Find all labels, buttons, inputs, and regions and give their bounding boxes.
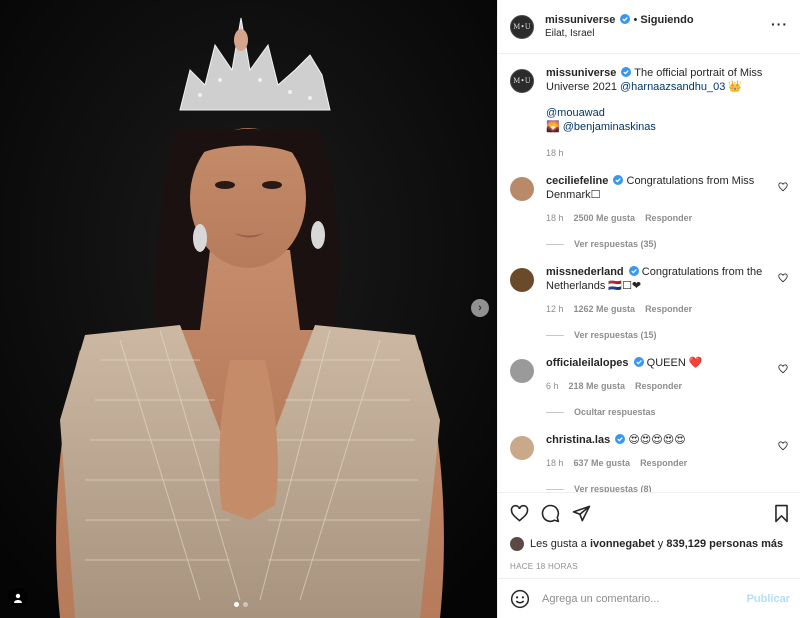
- view-replies-button[interactable]: Ver respuestas (15): [546, 330, 788, 340]
- caption-credit-mouawad[interactable]: @mouawad: [546, 107, 605, 119]
- following-button[interactable]: Siguiendo: [640, 14, 693, 26]
- comment-input[interactable]: [542, 592, 742, 605]
- share-icon: [572, 505, 591, 522]
- carousel-dot: [243, 602, 248, 607]
- avatar[interactable]: [510, 537, 524, 551]
- comment-item: officialeilalopes QUEEN ❤️ 6 h 218 Me gu…: [510, 356, 788, 393]
- comments-list[interactable]: M•U missuniverse The official portrait o…: [498, 54, 800, 492]
- comment-text: 😍😍😍😍😍: [628, 434, 686, 446]
- likes-count[interactable]: 839,129 personas más: [666, 538, 783, 550]
- likes-user[interactable]: ivonnegabet: [590, 538, 655, 550]
- save-button[interactable]: [773, 504, 790, 526]
- post-username[interactable]: missuniverse: [545, 14, 615, 26]
- comment-time[interactable]: 6 h: [546, 379, 559, 393]
- add-comment-bar: Publicar: [498, 578, 800, 618]
- carousel-dot-active: [234, 602, 239, 607]
- user-tag-button[interactable]: [8, 588, 28, 608]
- avatar[interactable]: M•U: [510, 69, 534, 93]
- verified-icon: [620, 13, 631, 24]
- avatar[interactable]: M•U: [510, 14, 534, 39]
- like-comment-heart-icon[interactable]: [778, 273, 788, 283]
- caption-time[interactable]: 18 h: [546, 146, 564, 160]
- verified-icon: [613, 175, 624, 185]
- reply-button[interactable]: Responder: [645, 211, 692, 225]
- post-location[interactable]: Eilat, Israel: [545, 27, 694, 41]
- reply-button[interactable]: Responder: [640, 456, 687, 470]
- caption-mention[interactable]: @harnaazsandhu_03: [620, 81, 725, 93]
- likes-prefix: Les gusta a: [530, 538, 587, 550]
- more-options-icon[interactable]: ···: [771, 16, 788, 32]
- like-comment-heart-icon[interactable]: [778, 364, 788, 374]
- likes-middle: y: [657, 538, 664, 550]
- reply-button[interactable]: Responder: [635, 379, 682, 393]
- comment-item: ceciliefeline Congratulations from Miss …: [510, 174, 788, 225]
- heart-icon: [510, 504, 529, 522]
- avatar[interactable]: [510, 436, 534, 460]
- comment-button[interactable]: [541, 504, 560, 523]
- comment-username[interactable]: ceciliefeline: [546, 175, 608, 187]
- avatar[interactable]: [510, 177, 534, 201]
- like-comment-heart-icon[interactable]: [778, 182, 788, 192]
- user-tag-icon: [14, 593, 22, 603]
- avatar-logo-text: M•U: [513, 22, 531, 31]
- avatar[interactable]: [510, 359, 534, 383]
- post-timestamp[interactable]: HACE 18 HORAS: [498, 554, 800, 578]
- landscape-emoji: 🌄: [546, 121, 560, 133]
- publish-button[interactable]: Publicar: [747, 593, 790, 605]
- likes-text: Les gusta a ivonnegabet y 839,129 person…: [530, 538, 783, 550]
- emoji-icon: [510, 589, 530, 608]
- comment-likes[interactable]: 637 Me gusta: [574, 456, 631, 470]
- comment-text: QUEEN ❤️: [646, 357, 703, 369]
- comment-body: officialeilalopes QUEEN ❤️ 6 h 218 Me gu…: [546, 356, 776, 393]
- reply-button[interactable]: Responder: [645, 302, 692, 316]
- comment-username[interactable]: christina.las: [546, 434, 610, 446]
- avatar-logo-text: M•U: [513, 77, 531, 85]
- avatar[interactable]: [510, 268, 534, 292]
- comment-time[interactable]: 12 h: [546, 302, 564, 316]
- next-arrow-icon: ›: [478, 301, 482, 314]
- instagram-post-modal: › M•U missuniverse • Siguiendo Eilat, Is…: [0, 0, 800, 618]
- post-header-meta: missuniverse • Siguiendo Eilat, Israel: [545, 13, 694, 41]
- bookmark-icon: [775, 504, 788, 523]
- post-sidebar: M•U missuniverse • Siguiendo Eilat, Isra…: [497, 0, 800, 618]
- likes-summary: Les gusta a ivonnegabet y 839,129 person…: [498, 534, 800, 554]
- comment-body: missnederland Congratulations from the N…: [546, 265, 776, 316]
- comment-username[interactable]: officialeilalopes: [546, 357, 629, 369]
- caption-username[interactable]: missuniverse: [546, 67, 616, 79]
- post-photo[interactable]: ›: [0, 0, 497, 618]
- caption-body: missuniverse The official portrait of Mi…: [546, 66, 776, 160]
- share-button[interactable]: [572, 504, 591, 523]
- like-comment-heart-icon[interactable]: [778, 441, 788, 451]
- next-photo-button[interactable]: ›: [471, 299, 489, 317]
- follow-separator: •: [633, 13, 638, 26]
- comment-body: christina.las 😍😍😍😍😍 18 h 637 Me gusta Re…: [546, 433, 776, 470]
- comment-likes[interactable]: 2500 Me gusta: [574, 211, 636, 225]
- comment-time[interactable]: 18 h: [546, 456, 564, 470]
- comment-item: christina.las 😍😍😍😍😍 18 h 637 Me gusta Re…: [510, 433, 788, 470]
- comment-time[interactable]: 18 h: [546, 211, 564, 225]
- comment-item: missnederland Congratulations from the N…: [510, 265, 788, 316]
- caption-credit-benjaminaskinas[interactable]: @benjaminaskinas: [563, 121, 656, 133]
- crown-emoji: 👑: [728, 81, 743, 93]
- view-replies-button[interactable]: Ver respuestas (8): [546, 484, 788, 492]
- verified-icon: [633, 357, 644, 367]
- like-button[interactable]: [510, 504, 529, 523]
- verified-icon: [615, 434, 626, 444]
- portrait-image: [0, 0, 497, 618]
- carousel-dots: [234, 602, 248, 607]
- post-action-bar: [498, 492, 800, 534]
- emoji-button[interactable]: [510, 589, 530, 609]
- view-replies-button[interactable]: Ver respuestas (35): [546, 239, 788, 249]
- hide-replies-button[interactable]: Ocultar respuestas: [546, 407, 788, 417]
- caption: M•U missuniverse The official portrait o…: [510, 66, 788, 160]
- comment-likes[interactable]: 1262 Me gusta: [574, 302, 636, 316]
- comment-body: ceciliefeline Congratulations from Miss …: [546, 174, 776, 225]
- comment-likes[interactable]: 218 Me gusta: [569, 379, 626, 393]
- comment-icon: [541, 504, 560, 523]
- post-header: M•U missuniverse • Siguiendo Eilat, Isra…: [498, 0, 800, 54]
- verified-icon: [628, 266, 639, 276]
- comment-username[interactable]: missnederland: [546, 266, 624, 278]
- verified-icon: [621, 67, 632, 77]
